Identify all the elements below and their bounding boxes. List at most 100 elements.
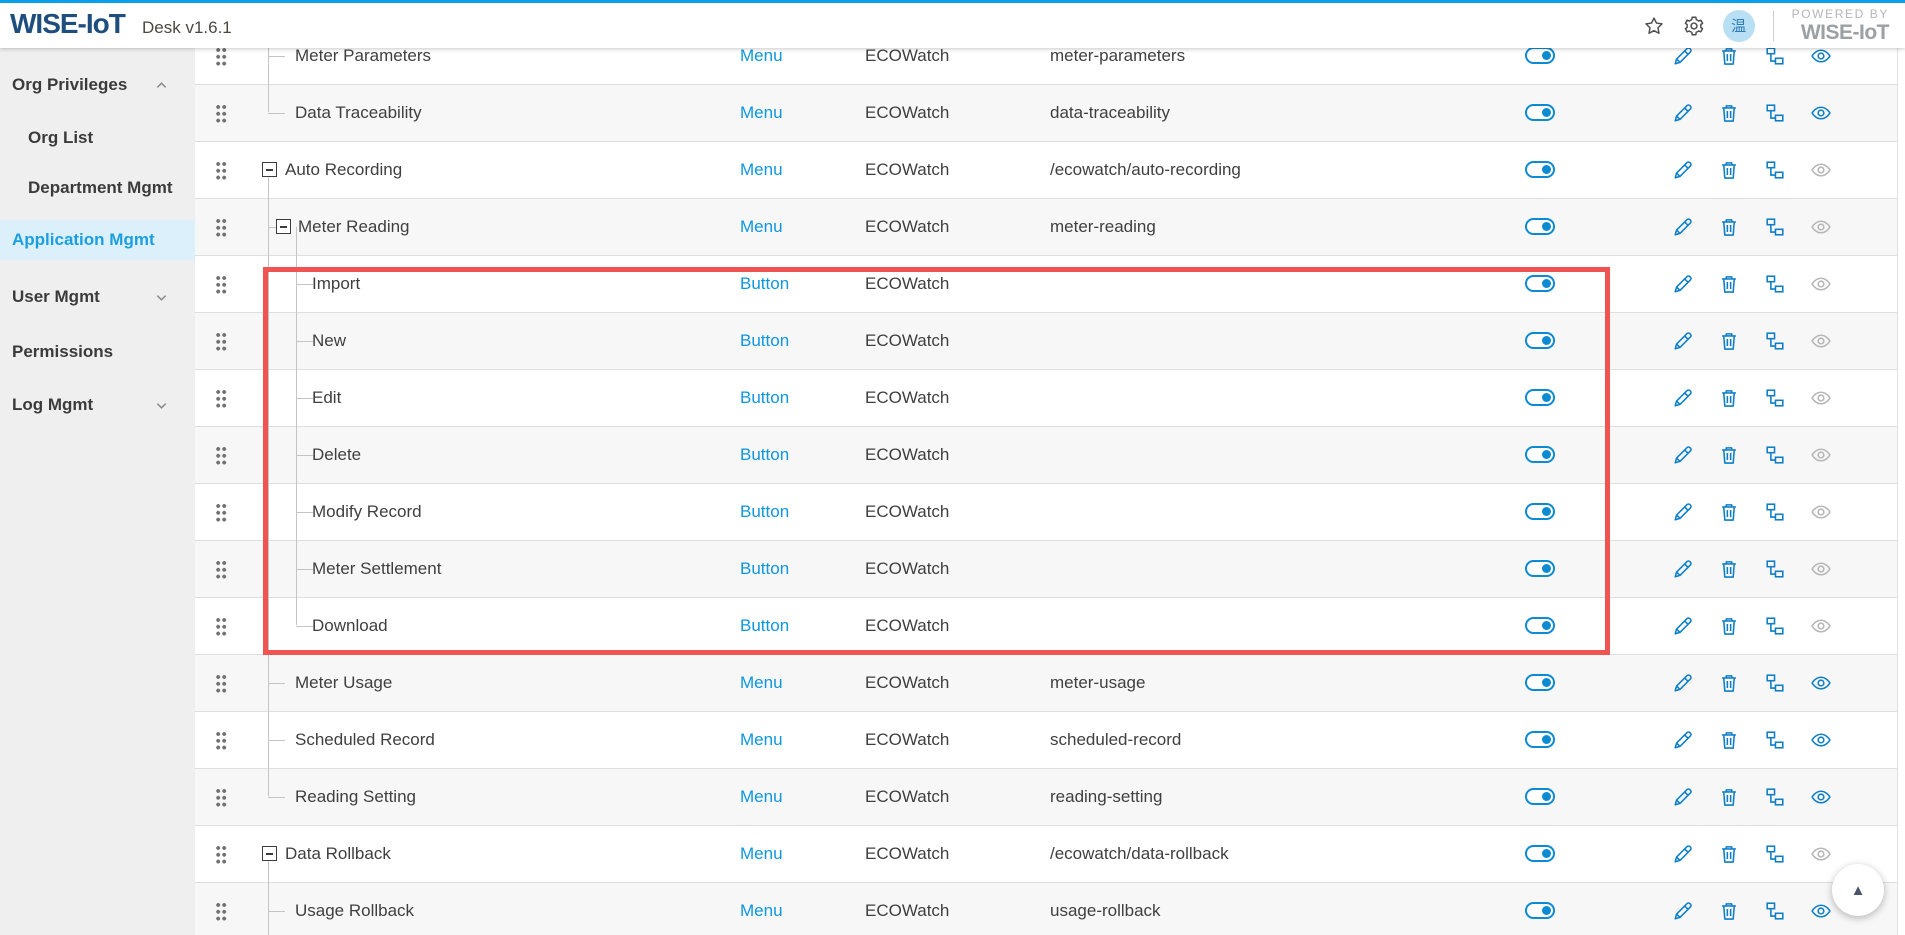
add-child-button hierarchy-icon[interactable]: [1764, 159, 1786, 181]
collapse-expander[interactable]: [262, 846, 277, 861]
drag-handle-icon[interactable]: [215, 48, 227, 66]
drag-handle-icon[interactable]: [215, 901, 227, 921]
delete-button trash-icon[interactable]: [1718, 900, 1740, 922]
collapse-expander[interactable]: [276, 219, 291, 234]
row-type-link[interactable]: Menu: [740, 217, 783, 237]
sidebar-item-user-mgmt[interactable]: User Mgmt: [0, 277, 195, 317]
add-child-button hierarchy-icon[interactable]: [1764, 501, 1786, 523]
row-type-link[interactable]: Menu: [740, 103, 783, 123]
edit-button pencil-icon[interactable]: [1672, 786, 1694, 808]
enabled-toggle[interactable]: [1525, 845, 1555, 862]
enabled-toggle[interactable]: [1525, 275, 1555, 292]
edit-button pencil-icon[interactable]: [1672, 558, 1694, 580]
sidebar-item-permissions[interactable]: Permissions: [0, 332, 195, 372]
row-type-link[interactable]: Menu: [740, 160, 783, 180]
row-type-link[interactable]: Menu: [740, 901, 783, 921]
row-type-link[interactable]: Button: [740, 331, 789, 351]
add-child-button hierarchy-icon[interactable]: [1764, 615, 1786, 637]
delete-button trash-icon[interactable]: [1718, 786, 1740, 808]
add-child-button hierarchy-icon[interactable]: [1764, 786, 1786, 808]
sidebar-item-log-mgmt[interactable]: Log Mgmt: [0, 385, 195, 425]
drag-handle-icon[interactable]: [215, 388, 227, 408]
back-to-top-button[interactable]: ▲: [1832, 864, 1884, 916]
delete-button trash-icon[interactable]: [1718, 843, 1740, 865]
drag-handle-icon[interactable]: [215, 217, 227, 237]
row-type-link[interactable]: Menu: [740, 730, 783, 750]
drag-handle-icon[interactable]: [215, 559, 227, 579]
enabled-toggle[interactable]: [1525, 674, 1555, 691]
delete-button trash-icon[interactable]: [1718, 387, 1740, 409]
delete-button trash-icon[interactable]: [1718, 216, 1740, 238]
enabled-toggle[interactable]: [1525, 560, 1555, 577]
edit-button pencil-icon[interactable]: [1672, 444, 1694, 466]
view-button eye-icon[interactable]: [1810, 444, 1832, 466]
drag-handle-icon[interactable]: [215, 274, 227, 294]
enabled-toggle[interactable]: [1525, 446, 1555, 463]
row-type-link[interactable]: Button: [740, 388, 789, 408]
delete-button trash-icon[interactable]: [1718, 729, 1740, 751]
view-button eye-icon[interactable]: [1810, 615, 1832, 637]
add-child-button hierarchy-icon[interactable]: [1764, 387, 1786, 409]
edit-button pencil-icon[interactable]: [1672, 102, 1694, 124]
add-child-button hierarchy-icon[interactable]: [1764, 558, 1786, 580]
drag-handle-icon[interactable]: [215, 103, 227, 123]
edit-button pencil-icon[interactable]: [1672, 216, 1694, 238]
row-type-link[interactable]: Button: [740, 445, 789, 465]
add-child-button hierarchy-icon[interactable]: [1764, 843, 1786, 865]
add-child-button hierarchy-icon[interactable]: [1764, 330, 1786, 352]
drag-handle-icon[interactable]: [215, 844, 227, 864]
enabled-toggle[interactable]: [1525, 161, 1555, 178]
enabled-toggle[interactable]: [1525, 788, 1555, 805]
edit-button pencil-icon[interactable]: [1672, 672, 1694, 694]
enabled-toggle[interactable]: [1525, 48, 1555, 64]
view-button eye-icon[interactable]: [1810, 159, 1832, 181]
view-button eye-icon[interactable]: [1810, 843, 1832, 865]
favorite-star-icon[interactable]: [1643, 15, 1665, 37]
view-button eye-icon[interactable]: [1810, 558, 1832, 580]
add-child-button hierarchy-icon[interactable]: [1764, 216, 1786, 238]
collapse-expander[interactable]: [262, 162, 277, 177]
view-button eye-icon[interactable]: [1810, 900, 1832, 922]
add-child-button hierarchy-icon[interactable]: [1764, 672, 1786, 694]
drag-handle-icon[interactable]: [215, 160, 227, 180]
delete-button trash-icon[interactable]: [1718, 48, 1740, 67]
row-type-link[interactable]: Menu: [740, 844, 783, 864]
delete-button trash-icon[interactable]: [1718, 159, 1740, 181]
edit-button pencil-icon[interactable]: [1672, 729, 1694, 751]
view-button eye-icon[interactable]: [1810, 330, 1832, 352]
sidebar-item-department-mgmt[interactable]: Department Mgmt: [0, 168, 195, 208]
edit-button pencil-icon[interactable]: [1672, 330, 1694, 352]
drag-handle-icon[interactable]: [215, 331, 227, 351]
row-type-link[interactable]: Menu: [740, 673, 783, 693]
edit-button pencil-icon[interactable]: [1672, 387, 1694, 409]
edit-button pencil-icon[interactable]: [1672, 501, 1694, 523]
sidebar-item-org-privileges[interactable]: Org Privileges: [0, 65, 195, 105]
enabled-toggle[interactable]: [1525, 902, 1555, 919]
add-child-button hierarchy-icon[interactable]: [1764, 273, 1786, 295]
view-button eye-icon[interactable]: [1810, 102, 1832, 124]
edit-button pencil-icon[interactable]: [1672, 48, 1694, 67]
sidebar-item-application-mgmt[interactable]: Application Mgmt: [0, 220, 195, 260]
drag-handle-icon[interactable]: [215, 730, 227, 750]
row-type-link[interactable]: Button: [740, 502, 789, 522]
user-avatar[interactable]: 温: [1723, 10, 1755, 42]
delete-button trash-icon[interactable]: [1718, 558, 1740, 580]
add-child-button hierarchy-icon[interactable]: [1764, 102, 1786, 124]
delete-button trash-icon[interactable]: [1718, 273, 1740, 295]
enabled-toggle[interactable]: [1525, 503, 1555, 520]
view-button eye-icon[interactable]: [1810, 273, 1832, 295]
edit-button pencil-icon[interactable]: [1672, 159, 1694, 181]
enabled-toggle[interactable]: [1525, 617, 1555, 634]
view-button eye-icon[interactable]: [1810, 387, 1832, 409]
enabled-toggle[interactable]: [1525, 218, 1555, 235]
enabled-toggle[interactable]: [1525, 332, 1555, 349]
drag-handle-icon[interactable]: [215, 673, 227, 693]
row-type-link[interactable]: Button: [740, 559, 789, 579]
delete-button trash-icon[interactable]: [1718, 444, 1740, 466]
view-button eye-icon[interactable]: [1810, 48, 1832, 67]
view-button eye-icon[interactable]: [1810, 501, 1832, 523]
edit-button pencil-icon[interactable]: [1672, 615, 1694, 637]
delete-button trash-icon[interactable]: [1718, 501, 1740, 523]
row-type-link[interactable]: Button: [740, 274, 789, 294]
delete-button trash-icon[interactable]: [1718, 330, 1740, 352]
